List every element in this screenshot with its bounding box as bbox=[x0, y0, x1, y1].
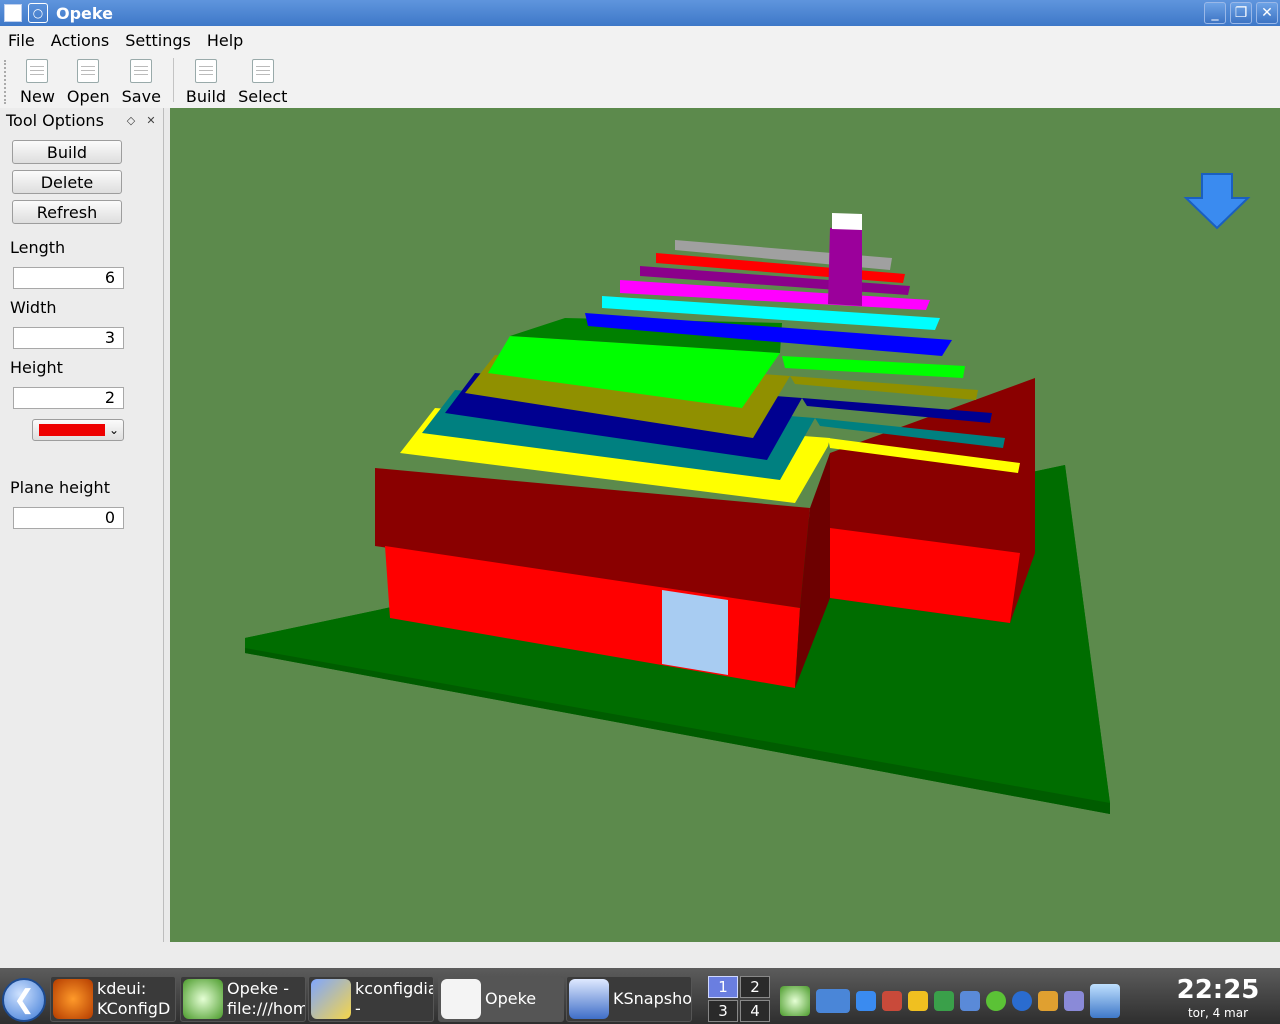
maximize-button[interactable]: ❐ bbox=[1230, 2, 1252, 24]
toolbar-separator bbox=[172, 58, 174, 102]
window-menu-icon[interactable] bbox=[4, 4, 22, 22]
open-document-icon bbox=[77, 59, 100, 83]
clock-time: 22:25 bbox=[1176, 975, 1260, 1005]
build-button[interactable]: Build bbox=[12, 140, 122, 164]
archive-icon[interactable] bbox=[1038, 991, 1058, 1011]
refresh-button[interactable]: Refresh bbox=[12, 200, 122, 224]
klipper-icon[interactable] bbox=[908, 991, 928, 1011]
device-icon[interactable] bbox=[960, 991, 980, 1011]
height-spinbox[interactable]: 2 bbox=[13, 387, 124, 409]
menu-help[interactable]: Help bbox=[199, 31, 251, 50]
arrow-down-icon bbox=[1183, 173, 1251, 230]
clock-date: tor, 4 mar bbox=[1187, 1006, 1249, 1020]
browser-icon[interactable] bbox=[1012, 991, 1032, 1011]
color-swatch bbox=[39, 424, 105, 436]
menu-actions[interactable]: Actions bbox=[43, 31, 117, 50]
kate-icon bbox=[311, 979, 351, 1019]
tool-options-header: Tool Options ◇ ✕ bbox=[0, 108, 163, 132]
toolbar-open-button[interactable]: Open bbox=[61, 59, 116, 108]
pager-desktop-4[interactable]: 4 bbox=[740, 1000, 770, 1022]
tool-options-panel: Tool Options ◇ ✕ Build Delete Refresh Le… bbox=[0, 108, 164, 942]
main-toolbar: New Open Save Build Select bbox=[0, 54, 1280, 108]
sticky-icon[interactable]: ○ bbox=[28, 3, 48, 23]
task-ksnapshot[interactable]: KSnapsho bbox=[566, 976, 692, 1022]
toolbar-select-button[interactable]: Select bbox=[232, 59, 293, 108]
select-icon bbox=[251, 59, 274, 83]
kmenu-button[interactable]: ❮ bbox=[2, 978, 46, 1022]
menu-settings[interactable]: Settings bbox=[117, 31, 199, 50]
pager-desktop-3[interactable]: 3 bbox=[708, 1000, 738, 1022]
close-button[interactable]: ✕ bbox=[1256, 2, 1278, 24]
height-label: Height bbox=[10, 358, 63, 377]
toolbar-save-button[interactable]: Save bbox=[116, 59, 167, 108]
pager-tray-icon[interactable] bbox=[1064, 991, 1084, 1011]
3d-viewport[interactable] bbox=[170, 108, 1280, 942]
length-label: Length bbox=[10, 238, 66, 257]
status-bar bbox=[0, 942, 1280, 968]
window-title: Opeke bbox=[56, 3, 113, 23]
color-selector[interactable]: ⌄ bbox=[32, 419, 124, 441]
desktop-icon[interactable] bbox=[1090, 984, 1120, 1018]
desktop-pager: 1 2 3 4 bbox=[708, 976, 770, 1022]
build-icon bbox=[195, 59, 217, 83]
chevron-down-icon: ⌄ bbox=[108, 423, 119, 437]
konqueror-icon bbox=[183, 979, 223, 1019]
tool-icon[interactable] bbox=[882, 991, 902, 1011]
toolbar-build-button[interactable]: Build bbox=[180, 59, 232, 108]
length-spinbox[interactable]: 6 bbox=[13, 267, 124, 289]
download-icon[interactable] bbox=[856, 991, 876, 1011]
clock[interactable]: 22:25 tor, 4 mar bbox=[1160, 974, 1276, 1020]
minimize-button[interactable]: _ bbox=[1204, 2, 1226, 24]
firefox-icon bbox=[53, 979, 93, 1019]
title-bar: ○ Opeke _ ❐ ✕ bbox=[0, 0, 1280, 26]
network-icon[interactable] bbox=[934, 991, 954, 1011]
task-kdeui[interactable]: kdeui: KConfigD Cl... bbox=[50, 976, 176, 1022]
pager-desktop-2[interactable]: 2 bbox=[740, 976, 770, 998]
width-label: Width bbox=[10, 298, 57, 317]
konqueror-tray-icon[interactable] bbox=[780, 986, 810, 1016]
plane-height-label: Plane height bbox=[10, 478, 110, 497]
tool-options-title: Tool Options bbox=[6, 110, 104, 130]
opeke-icon bbox=[441, 979, 481, 1019]
task-opeke[interactable]: Opeke bbox=[438, 976, 564, 1022]
delete-button[interactable]: Delete bbox=[12, 170, 122, 194]
updates-icon[interactable] bbox=[986, 991, 1006, 1011]
width-spinbox[interactable]: 3 bbox=[13, 327, 124, 349]
menu-file[interactable]: File bbox=[0, 31, 43, 50]
3d-scene bbox=[245, 173, 1251, 814]
save-document-icon bbox=[130, 59, 153, 83]
close-panel-icon[interactable]: ✕ bbox=[144, 113, 158, 127]
menu-bar: File Actions Settings Help bbox=[0, 26, 1280, 54]
task-opeke-file[interactable]: Opeke - file:///home bbox=[180, 976, 306, 1022]
pager-desktop-1[interactable]: 1 bbox=[708, 976, 738, 998]
plane-height-spinbox[interactable]: 0 bbox=[13, 507, 124, 529]
float-panel-icon[interactable]: ◇ bbox=[124, 113, 138, 127]
toolbar-new-button[interactable]: New bbox=[14, 59, 61, 108]
ksnapshot-icon bbox=[569, 979, 609, 1019]
folder-icon[interactable] bbox=[816, 989, 850, 1013]
system-tray bbox=[780, 984, 1120, 1018]
toolbar-grip[interactable] bbox=[4, 60, 8, 104]
task-kconfigdialog[interactable]: kconfigdia - K... bbox=[308, 976, 434, 1022]
new-document-icon bbox=[26, 59, 49, 83]
